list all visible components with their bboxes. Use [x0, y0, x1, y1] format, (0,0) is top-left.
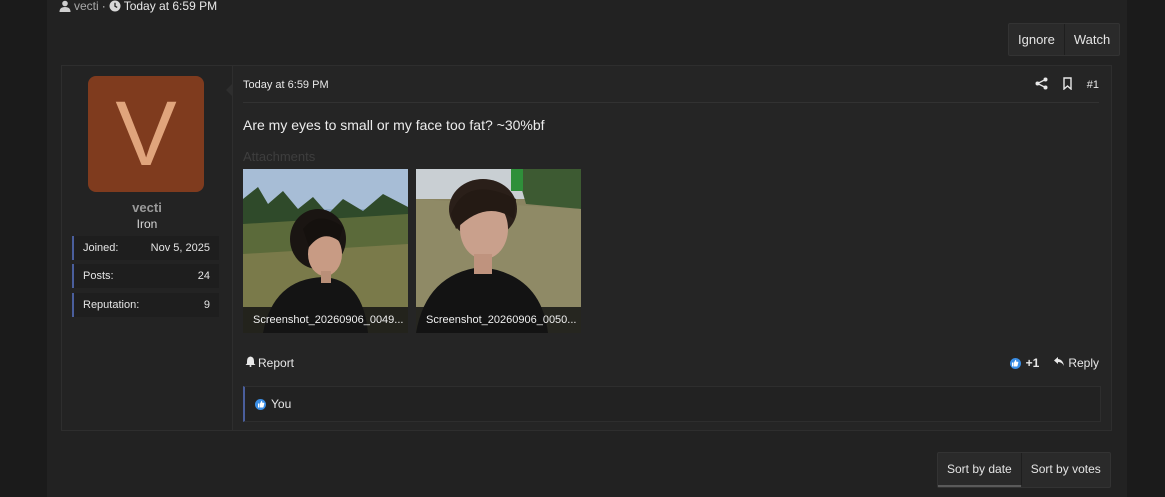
sort-buttons: Sort by date Sort by votes	[937, 452, 1111, 488]
sort-by-date-button[interactable]: Sort by date	[938, 453, 1021, 487]
post-message: Are my eyes to small or my face too fat?…	[243, 117, 545, 133]
stat-label: Posts:	[83, 270, 114, 282]
bell-icon	[245, 356, 256, 370]
thread-action-buttons: Ignore Watch	[1008, 23, 1121, 56]
thread-author[interactable]: vecti	[74, 0, 99, 13]
stat-label: Joined:	[83, 242, 119, 254]
report-button[interactable]: Report	[245, 356, 294, 370]
sort-by-votes-button[interactable]: Sort by votes	[1020, 453, 1110, 485]
share-icon[interactable]	[1035, 77, 1048, 93]
report-label: Report	[258, 356, 295, 370]
stat-posts: Posts: 24	[72, 264, 219, 288]
avatar[interactable]: V	[88, 76, 204, 192]
attachment-caption: Screenshot_20260906_0050...	[416, 307, 581, 333]
attachment-thumbnail[interactable]: Screenshot_20260906_0050...	[416, 169, 581, 333]
post-number[interactable]: #1	[1087, 79, 1099, 91]
attachments-label: Attachments	[243, 149, 316, 164]
reaction-count: +1	[1025, 356, 1040, 370]
reactions-bar[interactable]: You	[243, 386, 1101, 422]
thread-meta: vecti · Today at 6:59 PM	[59, 0, 217, 13]
stat-label: Reputation:	[83, 299, 140, 311]
like-icon	[1009, 357, 1021, 369]
stat-joined: Joined: Nov 5, 2025	[72, 236, 219, 260]
attachment-caption: Screenshot_20260906_0049...	[243, 307, 408, 333]
post-header-actions: #1	[1035, 77, 1099, 93]
username[interactable]: vecti	[62, 200, 232, 215]
clock-icon	[109, 0, 121, 12]
meta-separator: ·	[101, 0, 106, 13]
post-user-column: V vecti Iron Joined: Nov 5, 2025 Posts: …	[62, 66, 233, 430]
reply-label: Reply	[1068, 356, 1099, 370]
post-card: V vecti Iron Joined: Nov 5, 2025 Posts: …	[61, 65, 1112, 431]
stat-reputation: Reputation: 9	[72, 293, 219, 317]
reacted-by[interactable]: You	[271, 397, 291, 411]
watch-button[interactable]: Watch	[1063, 24, 1119, 55]
stat-value: 24	[197, 270, 210, 282]
reaction-summary[interactable]: +1	[1009, 356, 1040, 370]
post-date[interactable]: Today at 6:59 PM	[243, 79, 329, 91]
header-divider	[243, 102, 1099, 103]
post-footer-actions: +1 Reply	[1009, 356, 1099, 370]
user-icon	[59, 0, 71, 12]
like-icon	[255, 398, 266, 410]
ignore-button[interactable]: Ignore	[1009, 24, 1064, 55]
stat-value: 9	[203, 299, 210, 311]
user-title: Iron	[136, 217, 158, 231]
reply-button[interactable]: Reply	[1053, 356, 1099, 370]
thread-time[interactable]: Today at 6:59 PM	[124, 0, 217, 13]
stat-value: Nov 5, 2025	[150, 242, 210, 254]
attachment-thumbnail[interactable]: Screenshot_20260906_0049...	[243, 169, 408, 333]
bookmark-icon[interactable]	[1061, 77, 1074, 93]
post-pointer-arrow	[226, 83, 233, 97]
reply-icon	[1053, 356, 1065, 370]
